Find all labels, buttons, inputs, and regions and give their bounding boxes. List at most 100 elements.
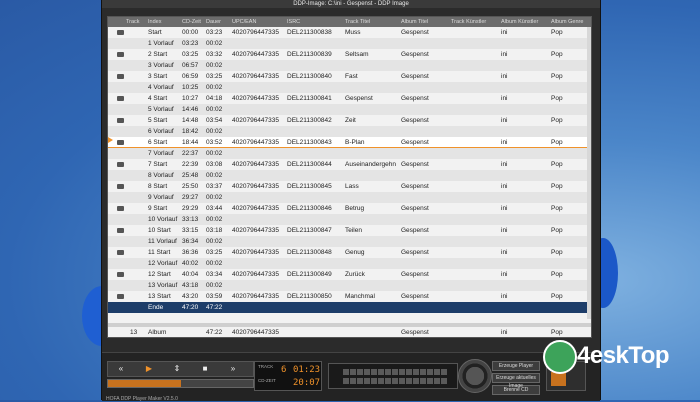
table-row[interactable]: 4 Start 10:27 04:18 4020796447335 DEL2113008… (108, 93, 591, 104)
cell-dur: 00:02 (206, 282, 223, 289)
cell-index: 11 Start (148, 249, 171, 256)
cell-dur: 00:02 (206, 260, 223, 267)
table-row[interactable]: 10 Vorlauf 33:13 00:02 (108, 214, 591, 225)
play-button[interactable]: ▶ (136, 363, 162, 375)
table-row[interactable]: 4 Vorlauf 10:25 00:02 (108, 82, 591, 93)
table-row[interactable]: Ende 47:20 47:22 (108, 302, 591, 313)
column-header[interactable]: Album Genre (551, 19, 583, 25)
cell-upc: 4020796447335 (232, 183, 279, 190)
cell-title: B-Plan (345, 139, 365, 146)
disc-icon (117, 228, 124, 233)
cell-isrc: DEL211300847 (287, 227, 332, 234)
cell-album: Gespenst (401, 95, 429, 102)
cell-cd: 14:46 (182, 106, 199, 113)
table-row[interactable]: 7 Vorlauf 22:37 00:02 (108, 148, 591, 159)
table-row[interactable]: 8 Start 25:50 03:37 4020796447335 DEL2113008… (108, 181, 591, 192)
cell-index: 12 Start (148, 271, 171, 278)
cell-cd: 40:04 (182, 271, 199, 278)
cell-cd: 33:13 (182, 216, 199, 223)
table-row[interactable]: 9 Vorlauf 29:27 00:02 (108, 192, 591, 203)
cell-index: 12 Vorlauf (148, 260, 178, 267)
cell-cd: 10:25 (182, 84, 199, 91)
table-row[interactable]: 5 Start 14:48 03:54 4020796447335 DEL2113008… (108, 115, 591, 126)
burn-cd-button[interactable]: Brenne CD (492, 385, 540, 395)
cell-artist: ini (501, 205, 508, 212)
column-header[interactable]: Track Künstler (451, 19, 486, 25)
player-bar: « ▶ ⇕ ■ » TRACK 6 01:23 CD-ZEIT 20:07 Er… (102, 352, 600, 402)
disc-icon (117, 162, 124, 167)
cell-dur: 03:25 (206, 249, 223, 256)
table-row[interactable]: 7 Start 22:39 03:08 4020796447335 DEL2113008… (108, 159, 591, 170)
table-row[interactable]: 11 Start 36:36 03:25 4020796447335 DEL211300… (108, 247, 591, 258)
disc-icon (117, 294, 124, 299)
cell-dur: 03:32 (206, 51, 223, 58)
cell-index: 5 Vorlauf (148, 106, 174, 113)
table-row[interactable]: Start 00:00 03:23 4020796447335 DEL211300838… (108, 27, 591, 38)
position-slider[interactable] (107, 379, 254, 388)
cell-artist: ini (501, 139, 508, 146)
cell-artist: ini (501, 183, 508, 190)
table-row[interactable]: 3 Vorlauf 06:57 00:02 (108, 60, 591, 71)
cell-dur: 00:02 (206, 216, 223, 223)
cell-upc: 4020796447335 (232, 51, 279, 58)
cell-artist: ini (501, 227, 508, 234)
table-row[interactable]: 6 Start 18:44 03:52 4020796447335 DEL2113008… (108, 137, 591, 148)
forward-button[interactable]: » (220, 363, 246, 375)
column-header[interactable]: Track Titel (345, 19, 370, 25)
table-row[interactable]: 6 Vorlauf 18:42 00:02 (108, 126, 591, 137)
column-header[interactable]: Album Künstler (501, 19, 538, 25)
cell-index: 10 Vorlauf (148, 216, 178, 223)
cell-upc: 4020796447335 (232, 271, 279, 278)
create-player-button[interactable]: Erzeuge Player (492, 361, 540, 371)
cell-cd: 22:39 (182, 161, 199, 168)
column-header[interactable]: Dauer (206, 19, 221, 25)
table-row[interactable]: 2 Start 03:25 03:32 4020796447335 DEL2113008… (108, 49, 591, 60)
table-row[interactable]: 12 Vorlauf 40:02 00:02 (108, 258, 591, 269)
table-row[interactable]: 8 Vorlauf 25:48 00:02 (108, 170, 591, 181)
cell-artist: ini (501, 249, 508, 256)
cell-artist: ini (501, 117, 508, 124)
cell-album: Gespenst (401, 293, 429, 300)
table-row[interactable]: 13 Start 43:20 03:59 4020796447335 DEL211300… (108, 291, 591, 302)
column-header[interactable]: UPC/EAN (232, 19, 256, 25)
cell-cd: 40:02 (182, 260, 199, 267)
table-row[interactable]: 11 Vorlauf 36:34 00:02 (108, 236, 591, 247)
column-header[interactable]: Track (126, 19, 140, 25)
cell-genre: Pop (551, 249, 563, 256)
time-display: TRACK 6 01:23 CD-ZEIT 20:07 (254, 361, 322, 391)
disc-icon (117, 206, 124, 211)
cue-button[interactable]: ⇕ (164, 363, 190, 375)
album-row[interactable]: 13 Album 47:22 4020796447335 Gespenst in… (108, 323, 591, 337)
table-row[interactable]: 1 Vorlauf 03:23 00:02 (108, 38, 591, 49)
stop-button[interactable]: ■ (192, 363, 218, 375)
cell-index: 6 Start (148, 139, 168, 146)
cell-dur: 03:52 (206, 139, 223, 146)
cell-dur: 00:02 (206, 238, 223, 245)
cell-cd: 18:42 (182, 128, 199, 135)
column-header[interactable]: Album Titel (401, 19, 428, 25)
cell-upc: 4020796447335 (232, 293, 279, 300)
cell-isrc: DEL211300839 (287, 51, 332, 58)
cell-title: Auseinandergehn (345, 161, 396, 168)
table-row[interactable]: 12 Start 40:04 03:34 4020796447335 DEL211300… (108, 269, 591, 280)
cell-cd: 25:48 (182, 172, 199, 179)
column-header[interactable]: CD-Zeit (182, 19, 201, 25)
cell-cd: 06:57 (182, 62, 199, 69)
column-header[interactable]: ISRC (287, 19, 300, 25)
table-row[interactable]: 3 Start 06:59 03:25 4020796447335 DEL2113008… (108, 71, 591, 82)
table-row[interactable]: 5 Vorlauf 14:46 00:02 (108, 104, 591, 115)
table-row[interactable]: 13 Vorlauf 43:18 00:02 (108, 280, 591, 291)
cell-isrc: DEL211300843 (287, 139, 332, 146)
column-header[interactable]: Index (148, 19, 161, 25)
cell-album: Gespenst (401, 249, 429, 256)
jog-knob[interactable] (458, 359, 492, 393)
table-row[interactable]: 9 Start 29:29 03:44 4020796447335 DEL2113008… (108, 203, 591, 214)
cell-cd: 10:27 (182, 95, 199, 102)
cell-artist: ini (501, 73, 508, 80)
create-image-button[interactable]: Erzeuge aktuelles Image (492, 373, 540, 389)
cell-dur: 00:02 (206, 62, 223, 69)
album-index: Album (148, 329, 167, 336)
table-row[interactable]: 10 Start 33:15 03:18 4020796447335 DEL211300… (108, 225, 591, 236)
rewind-button[interactable]: « (108, 363, 134, 375)
vertical-scrollbar[interactable] (587, 27, 591, 319)
